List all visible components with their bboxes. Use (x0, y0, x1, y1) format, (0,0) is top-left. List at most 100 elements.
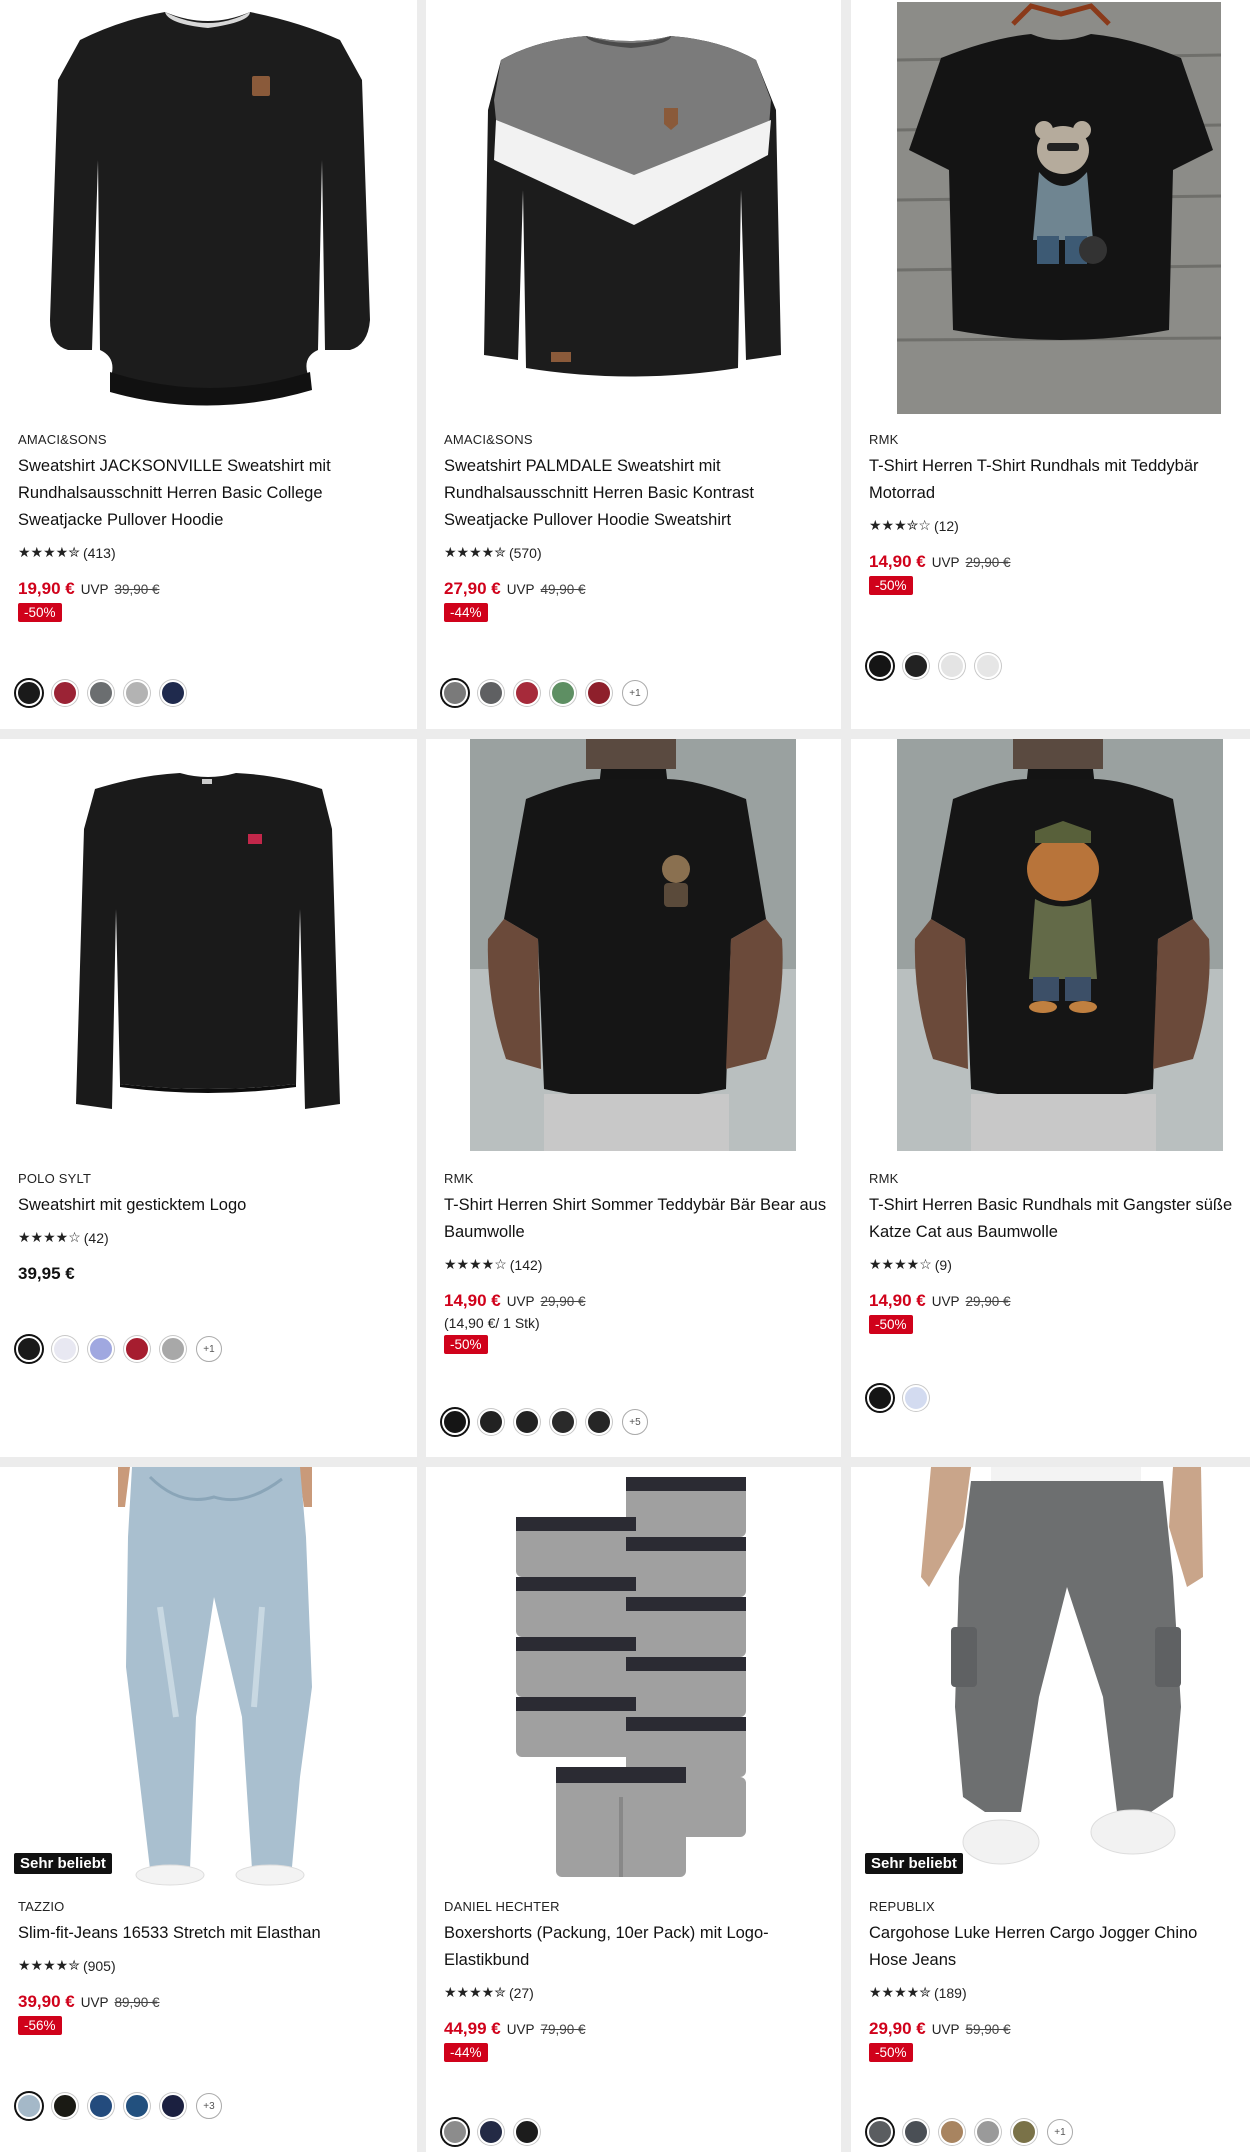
color-swatch[interactable] (903, 1385, 929, 1411)
sale-price: 14,90 € (869, 552, 926, 571)
color-swatch[interactable] (52, 1336, 78, 1362)
discount-badge: -50% (18, 603, 62, 622)
color-swatches (16, 680, 186, 706)
color-swatch[interactable] (160, 1336, 186, 1362)
color-swatch[interactable] (16, 1336, 42, 1362)
discount-badge: -50% (869, 2043, 913, 2062)
color-swatch[interactable] (16, 680, 42, 706)
product-card[interactable]: Sehr beliebt TAZZIO Slim-fit-Jeans 16533… (0, 1467, 417, 2152)
uvp-price: 29,90 € (540, 1294, 586, 1309)
color-swatch[interactable] (903, 653, 929, 679)
color-swatch[interactable] (514, 1409, 540, 1435)
uvp-label: UVP (80, 1995, 109, 2010)
color-swatch[interactable] (867, 653, 893, 679)
product-image[interactable] (851, 0, 1250, 420)
uvp-label: UVP (931, 555, 960, 570)
uvp-price: 29,90 € (965, 1294, 1011, 1309)
color-swatch[interactable] (160, 2093, 186, 2119)
color-swatch[interactable] (514, 680, 540, 706)
product-rating: ★★★★✮ (189) (869, 1984, 1236, 2001)
product-card[interactable]: AMACI&SONS Sweatshirt PALMDALE Sweatshir… (426, 0, 841, 729)
sale-price: 19,90 € (18, 579, 75, 598)
color-swatch[interactable] (442, 680, 468, 706)
product-image[interactable]: Sehr beliebt (851, 1467, 1250, 1887)
product-title[interactable]: Sweatshirt JACKSONVILLE Sweatshirt mit R… (18, 453, 403, 534)
product-image[interactable] (0, 0, 417, 420)
uvp-label: UVP (506, 582, 535, 597)
color-swatch[interactable] (52, 2093, 78, 2119)
review-count: (413) (82, 544, 116, 561)
sale-price: 29,90 € (869, 2019, 926, 2038)
more-colors-indicator[interactable]: +1 (1047, 2119, 1073, 2145)
color-swatch[interactable] (124, 2093, 150, 2119)
color-swatch[interactable] (88, 680, 114, 706)
color-swatch[interactable] (939, 2119, 965, 2145)
product-title[interactable]: Cargohose Luke Herren Cargo Jogger Chino… (869, 1920, 1236, 1974)
product-card[interactable]: RMK T-Shirt Herren Shirt Sommer Teddybär… (426, 739, 841, 1457)
price-row: 44,99 € UVP 79,90 € (444, 2019, 827, 2039)
color-swatch[interactable] (88, 1336, 114, 1362)
color-swatch[interactable] (939, 653, 965, 679)
product-title[interactable]: T-Shirt Herren Shirt Sommer Teddybär Bär… (444, 1192, 827, 1246)
product-image[interactable] (851, 739, 1250, 1159)
color-swatch[interactable] (478, 680, 504, 706)
color-swatch[interactable] (903, 2119, 929, 2145)
color-swatch[interactable] (586, 680, 612, 706)
more-colors-indicator[interactable]: +1 (622, 680, 648, 706)
product-brand: TAZZIO (18, 1899, 65, 1914)
color-swatch[interactable] (514, 2119, 540, 2145)
product-title[interactable]: Boxershorts (Packung, 10er Pack) mit Log… (444, 1920, 827, 1974)
product-image[interactable] (0, 739, 417, 1159)
color-swatch[interactable] (478, 1409, 504, 1435)
product-title[interactable]: Sweatshirt PALMDALE Sweatshirt mit Rundh… (444, 453, 827, 534)
product-card[interactable]: Sehr beliebt REPUBLIX Cargohose Luke Her… (851, 1467, 1250, 2152)
product-card[interactable]: AMACI&SONS Sweatshirt JACKSONVILLE Sweat… (0, 0, 417, 729)
color-swatch[interactable] (550, 1409, 576, 1435)
color-swatch[interactable] (550, 680, 576, 706)
product-image[interactable] (426, 739, 841, 1159)
color-swatch[interactable] (52, 680, 78, 706)
sale-price: 44,99 € (444, 2019, 501, 2038)
uvp-label: UVP (506, 1294, 535, 1309)
color-swatches (442, 2119, 540, 2145)
sale-price: 14,90 € (444, 1291, 501, 1310)
color-swatch[interactable] (124, 1336, 150, 1362)
color-swatch[interactable] (124, 680, 150, 706)
uvp-price: 49,90 € (540, 582, 586, 597)
product-title[interactable]: Sweatshirt mit gesticktem Logo (18, 1192, 403, 1219)
product-image[interactable] (426, 0, 841, 420)
review-count: (9) (934, 1256, 952, 1273)
price-row: 14,90 € UVP 29,90 € (869, 552, 1236, 572)
product-card[interactable]: DANIEL HECHTER Boxershorts (Packung, 10e… (426, 1467, 841, 2152)
more-colors-indicator[interactable]: +3 (196, 2093, 222, 2119)
star-rating-icon: ★★★✮☆ (869, 517, 931, 533)
color-swatch[interactable] (442, 2119, 468, 2145)
uvp-price: 39,90 € (114, 582, 160, 597)
color-swatch[interactable] (442, 1409, 468, 1435)
product-title[interactable]: Slim-fit-Jeans 16533 Stretch mit Elastha… (18, 1920, 403, 1947)
product-image[interactable] (426, 1467, 841, 1887)
product-card[interactable]: POLO SYLT Sweatshirt mit gesticktem Logo… (0, 739, 417, 1457)
color-swatch[interactable] (88, 2093, 114, 2119)
color-swatch[interactable] (478, 2119, 504, 2145)
product-image[interactable]: Sehr beliebt (0, 1467, 417, 1887)
color-swatch[interactable] (160, 680, 186, 706)
product-card[interactable]: RMK T-Shirt Herren Basic Rundhals mit Ga… (851, 739, 1250, 1457)
color-swatch[interactable] (975, 2119, 1001, 2145)
color-swatch[interactable] (975, 653, 1001, 679)
product-title[interactable]: T-Shirt Herren T-Shirt Rundhals mit Tedd… (869, 453, 1236, 507)
color-swatches: +1 (442, 680, 648, 706)
color-swatch[interactable] (1011, 2119, 1037, 2145)
color-swatch[interactable] (16, 2093, 42, 2119)
popular-badge: Sehr beliebt (14, 1853, 112, 1874)
color-swatch[interactable] (586, 1409, 612, 1435)
product-rating: ★★★★☆ (9) (869, 1256, 1236, 1273)
color-swatch[interactable] (867, 1385, 893, 1411)
product-title[interactable]: T-Shirt Herren Basic Rundhals mit Gangst… (869, 1192, 1236, 1246)
color-swatch[interactable] (867, 2119, 893, 2145)
product-card[interactable]: RMK T-Shirt Herren T-Shirt Rundhals mit … (851, 0, 1250, 729)
discount-badge: -56% (18, 2016, 62, 2035)
review-count: (27) (508, 1984, 534, 2001)
more-colors-indicator[interactable]: +1 (196, 1336, 222, 1362)
more-colors-indicator[interactable]: +5 (622, 1409, 648, 1435)
